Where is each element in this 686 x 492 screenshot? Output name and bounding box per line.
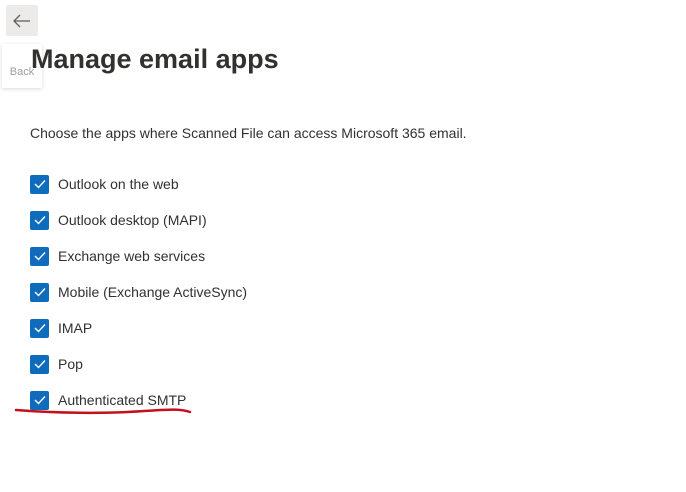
- checkmark-icon: [34, 288, 46, 297]
- checkbox-label: Pop: [58, 356, 83, 372]
- checkbox-label: IMAP: [58, 320, 93, 336]
- red-annotation-underline: [14, 408, 192, 415]
- page-title: Manage email apps: [31, 44, 279, 74]
- checkbox-label: Mobile (Exchange ActiveSync): [58, 284, 248, 300]
- checkbox[interactable]: [30, 246, 49, 266]
- checkmark-icon: [34, 324, 46, 333]
- checkbox-label: Exchange web services: [58, 248, 206, 264]
- arrow-left-icon: [13, 14, 30, 27]
- checkmark-icon: [34, 360, 46, 369]
- back-button[interactable]: [6, 5, 38, 36]
- checkmark-icon: [34, 252, 46, 261]
- app-checkbox-row[interactable]: Outlook desktop (MAPI): [30, 202, 330, 238]
- checkmark-icon: [34, 180, 46, 189]
- app-checkbox-row[interactable]: Mobile (Exchange ActiveSync): [30, 274, 330, 310]
- app-checkbox-row[interactable]: Exchange web services: [30, 238, 330, 274]
- description: Choose the apps where Scanned File can a…: [30, 125, 467, 141]
- checkmark-icon: [34, 216, 46, 225]
- checkbox[interactable]: [30, 318, 49, 338]
- checkbox-label: Outlook on the web: [58, 176, 179, 192]
- app-checkbox-row[interactable]: Outlook on the web: [30, 166, 330, 202]
- checkbox[interactable]: [30, 354, 49, 374]
- checkbox[interactable]: [30, 282, 49, 302]
- checkbox[interactable]: [30, 174, 49, 194]
- checkbox-label: Outlook desktop (MAPI): [58, 212, 207, 228]
- checkbox[interactable]: [30, 210, 49, 230]
- app-checkbox-row[interactable]: Pop: [30, 346, 330, 382]
- app-checkbox-row[interactable]: IMAP: [30, 310, 330, 346]
